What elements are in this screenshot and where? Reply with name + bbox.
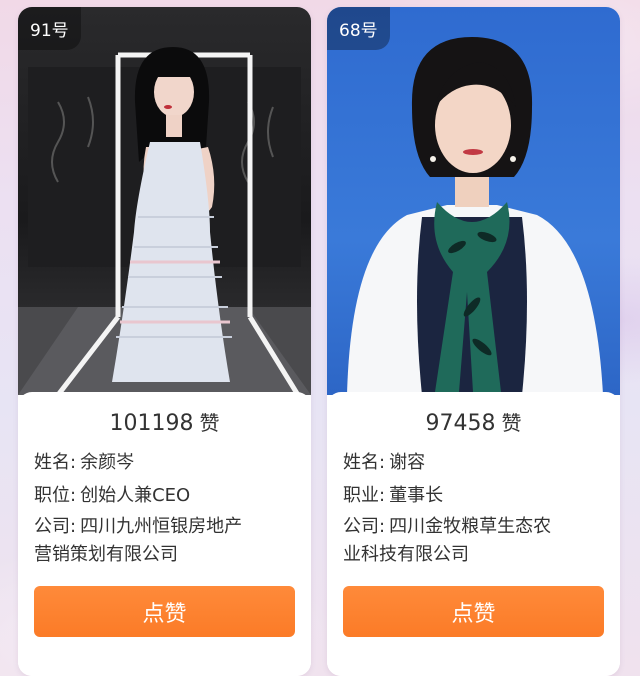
likes-unit: 赞 [199,411,220,435]
company-value-line2: 营销策划有限公司 [34,544,178,565]
name-row: 姓名: 谢容 [343,447,608,478]
company-value-line2: 业科技有限公司 [343,544,469,565]
likes-unit: 赞 [501,411,522,435]
contestant-card-91[interactable]: 91号 101198 赞 姓名: 余颜岑 职位: 创始人兼CEO 公司: 四川九州恒银房… [18,7,311,676]
contestant-info-panel: 97458 赞 姓名: 谢容 职业: 董事长 公司: 四川金牧粮草生态农 业科技有限公司… [327,392,620,676]
name-label: 姓名: [343,452,386,473]
contestant-card-68[interactable]: 68号 97458 赞 姓名: 谢容 职业: 董事长 公司: 四川金牧粮草生态农 业科技… [327,7,620,676]
company-label: 公司: [34,516,77,537]
likes-number: 101198 [109,411,194,436]
title-row: 职业: 董事长 [343,480,608,511]
likes-count: 101198 赞 [18,407,311,436]
likes-count: 97458 赞 [327,407,620,436]
title-label: 职位: [34,485,77,506]
like-button[interactable]: 点赞 [343,586,604,637]
contestant-info-panel: 101198 赞 姓名: 余颜岑 职位: 创始人兼CEO 公司: 四川九州恒银房地产 营… [18,392,311,676]
company-row: 公司: 四川九州恒银房地产 [34,511,299,542]
company-row-continued: 业科技有限公司 [343,539,608,570]
photo-illustration [18,47,311,395]
name-label: 姓名: [34,452,77,473]
photo-illustration [347,37,603,395]
title-value: 董事长 [389,485,444,506]
contestant-photo[interactable] [18,7,311,395]
company-value-line1: 四川金牧粮草生态农 [389,516,552,537]
title-row: 职位: 创始人兼CEO [34,480,299,511]
name-value: 谢容 [389,452,426,473]
title-label: 职业: [343,485,386,506]
company-row-continued: 营销策划有限公司 [34,539,299,570]
contestant-number-badge: 68号 [327,7,390,50]
name-row: 姓名: 余颜岑 [34,447,299,478]
title-value: 创始人兼CEO [80,485,191,506]
company-value-line1: 四川九州恒银房地产 [80,516,243,537]
likes-number: 97458 [425,411,496,436]
like-button[interactable]: 点赞 [34,586,295,637]
company-label: 公司: [343,516,386,537]
contestant-number-badge: 91号 [18,7,81,50]
company-row: 公司: 四川金牧粮草生态农 [343,511,608,542]
contestant-photo[interactable] [327,7,620,395]
name-value: 余颜岑 [80,452,135,473]
